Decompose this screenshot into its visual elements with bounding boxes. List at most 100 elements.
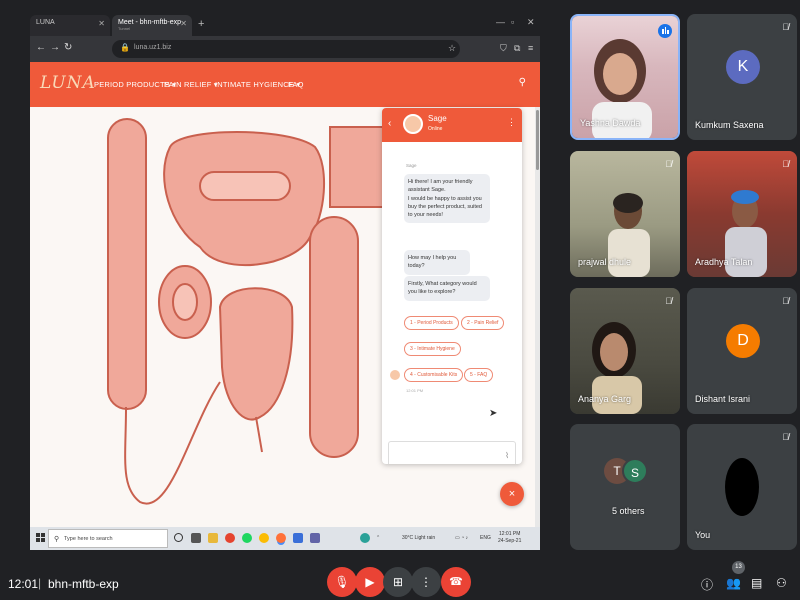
meeting-code: bhn-mftb-exp (48, 577, 119, 591)
chatbot-widget: ‹ Sage Online ⋮ Sage Hi there! I am your… (382, 108, 522, 464)
menstrual-cup-shape (218, 287, 294, 421)
mic-toggle-button[interactable]: 🎙 (327, 567, 357, 597)
shield-icon[interactable]: ⛉ (500, 43, 507, 54)
close-tab-icon[interactable]: ✕ (98, 19, 105, 28)
language-indicator[interactable]: ENG (480, 535, 491, 541)
file-explorer-icon[interactable] (208, 533, 218, 543)
participant-tile[interactable]: 🎙̸ prajwal dhule (570, 151, 680, 277)
option-period-products[interactable]: 1 - Period Products (404, 316, 459, 330)
bot-name: Sage (428, 114, 447, 123)
close-tab-icon[interactable]: ✕ (180, 19, 187, 28)
chevron-left-icon[interactable]: ‹ (388, 118, 391, 129)
browser-tab-luna[interactable]: LUNA ✕ (30, 15, 110, 36)
others-tile[interactable]: T S 5 others (570, 424, 680, 550)
participant-tile[interactable]: 🎙̸ Ananya Garg (570, 288, 680, 414)
tab-subtitle: Tunnel (118, 26, 131, 31)
firefox-icon[interactable] (276, 533, 286, 543)
participant-avatar: D (726, 324, 760, 358)
mic-off-icon: 🎙̸ (782, 432, 789, 442)
attach-icon[interactable]: ⌇ (505, 451, 509, 460)
nav-pain-relief[interactable]: PAIN RELIEF ▾ (164, 80, 218, 89)
address-bar[interactable]: 🔒 luna.uz1.biz (112, 40, 460, 58)
self-video-off (725, 458, 759, 516)
participant-tile[interactable]: 🎙̸ D Dishant Israni (687, 288, 797, 414)
chat-input[interactable]: ⌇ (388, 441, 516, 464)
shared-screen: LUNA ✕ Meet - bhn-mftb-exp Tunnel ✕ + — … (30, 12, 540, 550)
info-icon[interactable]: ⓘ (701, 576, 713, 593)
camera-toggle-button[interactable]: ▶ (355, 567, 385, 597)
liner-shape (309, 216, 359, 458)
participant-name: Kumkum Saxena (695, 120, 764, 130)
forward-icon[interactable]: → (50, 42, 60, 53)
participant-tile[interactable]: Yashna Dawda (570, 14, 680, 140)
leave-call-button[interactable]: ☎ (441, 567, 471, 597)
tool-shape (329, 126, 391, 208)
tab-title: Meet - bhn-mftb-exp (118, 19, 182, 26)
chat-message: Firstly, What category would you like to… (404, 276, 490, 301)
present-icon: ⊞ (392, 575, 404, 589)
option-pain-relief[interactable]: 2 - Pain Relief (461, 316, 505, 330)
windows-start-icon[interactable] (36, 533, 46, 543)
people-icon[interactable]: 👥 (726, 576, 741, 590)
mic-off-icon: 🎙̸ (665, 159, 672, 169)
menu-icon[interactable]: ≡ (528, 43, 533, 53)
chat-close-button[interactable]: × (500, 482, 524, 506)
mic-off-icon: 🎙̸ (782, 22, 789, 32)
scrollbar-thumb[interactable] (536, 110, 539, 170)
app-icon[interactable] (259, 533, 269, 543)
close-window-icon[interactable]: ✕ (527, 17, 535, 28)
teams-icon[interactable] (310, 533, 320, 543)
new-tab-icon[interactable]: + (198, 18, 204, 30)
pad-center (199, 171, 291, 201)
minimize-icon[interactable]: — (496, 17, 505, 27)
present-button[interactable]: ⊞ (383, 567, 413, 597)
bot-avatar (403, 114, 423, 134)
participant-count-badge: 13 (732, 561, 745, 574)
activities-icon[interactable]: ⚇ (776, 576, 787, 590)
taskbar-search[interactable]: ⚲ Type here to search (48, 529, 168, 548)
cortana-icon[interactable] (174, 533, 183, 542)
meeting-time: 12:01 (8, 577, 39, 591)
search-icon[interactable]: ⚲ (519, 77, 526, 88)
app-icon[interactable] (360, 533, 370, 543)
search-placeholder: Type here to search (64, 536, 113, 542)
browser-tab-meet[interactable]: Meet - bhn-mftb-exp Tunnel ✕ (112, 15, 192, 36)
star-icon[interactable]: ☆ (448, 43, 456, 54)
participant-name: prajwal dhule (578, 257, 632, 267)
participant-avatar: K (726, 50, 760, 84)
page-scrollbar[interactable] (535, 107, 540, 527)
spotify-icon[interactable] (242, 533, 252, 543)
option-customisable-kits[interactable]: 4 - Customisable Kits (404, 368, 464, 382)
reload-icon[interactable]: ↻ (64, 42, 72, 53)
site-logo[interactable]: LUNA (40, 73, 96, 93)
chat-icon[interactable]: ▤ (751, 576, 762, 590)
option-faq[interactable]: 5 - FAQ (464, 368, 494, 382)
participant-name: Yashna Dawda (580, 118, 641, 128)
maximize-icon[interactable]: ▫ (511, 17, 514, 27)
participant-tile[interactable]: 🎙̸ Aradhya Talan (687, 151, 797, 277)
back-icon[interactable]: ← (36, 42, 46, 53)
taskbar-clock[interactable]: 12:01 PM 24-Sep-21 (498, 531, 521, 544)
phone-hangup-icon: ☎ (449, 576, 463, 588)
site-navbar: LUNA PERIOD PRODUCTS ▾ PAIN RELIEF ▾ INT… (30, 62, 540, 107)
extension-icon[interactable]: ⧉ (514, 43, 520, 54)
participant-avatar: S (622, 458, 648, 484)
chrome-icon[interactable] (225, 533, 235, 543)
browser-toolbar: ← → ↻ 🔒 luna.uz1.biz ☆ ⛉ ⧉ ≡ (30, 36, 540, 62)
self-tile[interactable]: 🎙̸ You (687, 424, 797, 550)
weather-status[interactable]: 30°C Light rain (402, 535, 435, 541)
tray-chevron-icon[interactable]: ⌃ (376, 535, 380, 541)
more-vert-icon[interactable]: ⋮ (507, 117, 516, 128)
search-icon: ⚲ (54, 536, 60, 543)
option-intimate-hygiene[interactable]: 3 - Intimate Hygiene (404, 342, 461, 356)
participant-tile[interactable]: 🎙̸ K Kumkum Saxena (687, 14, 797, 140)
tray-icons[interactable]: ▭ ◔ ♪ (455, 535, 468, 541)
app-icon[interactable] (293, 533, 303, 543)
more-options-button[interactable]: ⋮ (411, 567, 441, 597)
speaking-indicator-icon (658, 24, 672, 38)
chat-message: How may I help you today? (404, 250, 470, 275)
bot-mini-avatar (390, 370, 400, 380)
task-view-icon[interactable] (191, 533, 201, 543)
message-time: 12:01 PM (406, 388, 424, 393)
nav-faq[interactable]: FAQ (288, 80, 304, 89)
